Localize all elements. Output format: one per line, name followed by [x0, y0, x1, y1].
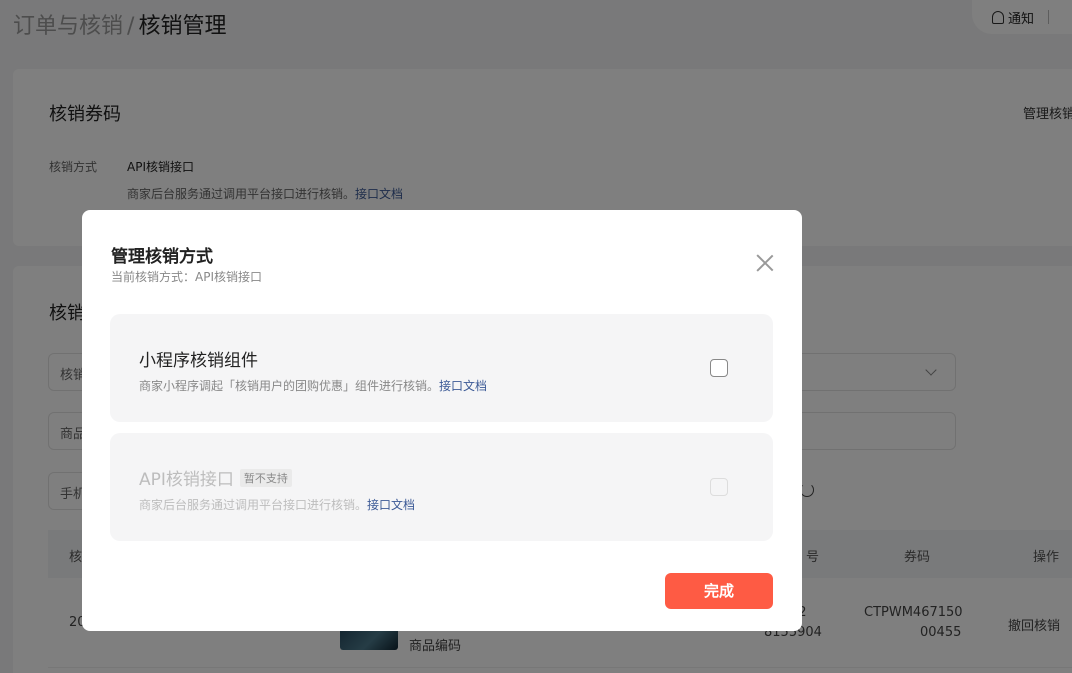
option-doc-link[interactable]: 接口文档 [367, 498, 415, 512]
modal-subtitle: 当前核销方式：API核销接口 [111, 270, 262, 284]
option-checkbox[interactable] [710, 359, 728, 377]
option-checkbox-disabled [710, 478, 728, 496]
close-icon[interactable] [754, 252, 776, 274]
option-title: 小程序核销组件 [139, 351, 258, 371]
option-api: API核销接口 暂不支持 商家后台服务通过调用平台接口进行核销。接口文档 [110, 433, 773, 541]
option-doc-link[interactable]: 接口文档 [439, 379, 487, 393]
option-desc: 商家后台服务通过调用平台接口进行核销。接口文档 [139, 496, 415, 513]
option-desc-text: 商家后台服务通过调用平台接口进行核销。 [139, 498, 368, 512]
option-desc-text: 商家小程序调起「核销用户的团购优惠」组件进行核销。 [139, 379, 440, 393]
option-title-text: API核销接口 [139, 470, 234, 490]
unsupported-badge: 暂不支持 [239, 469, 292, 487]
done-button[interactable]: 完成 [665, 573, 773, 609]
manage-method-modal: 管理核销方式 当前核销方式：API核销接口 小程序核销组件 商家小程序调起「核销… [82, 210, 802, 631]
option-desc: 商家小程序调起「核销用户的团购优惠」组件进行核销。接口文档 [139, 377, 487, 394]
modal-title: 管理核销方式 [111, 247, 213, 267]
option-title: API核销接口 暂不支持 [139, 465, 292, 490]
option-miniprogram[interactable]: 小程序核销组件 商家小程序调起「核销用户的团购优惠」组件进行核销。接口文档 [110, 314, 773, 422]
